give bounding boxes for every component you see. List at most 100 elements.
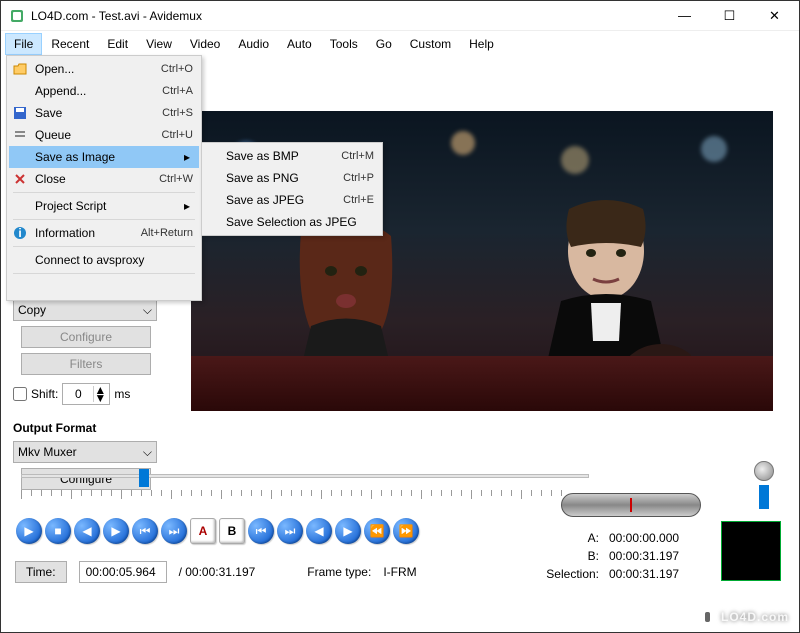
save-as-image-submenu: Save as BMP Ctrl+M Save as PNG Ctrl+P Sa… [201,142,383,236]
menu-avsproxy[interactable]: Connect to avsproxy [9,249,199,271]
prev-black-button[interactable]: ◀ [306,518,332,544]
menu-separator [13,273,195,274]
next-frame-button[interactable]: ▶ [103,518,129,544]
menu-information[interactable]: i Information Alt+Return [9,222,199,244]
menu-help[interactable]: Help [460,33,503,55]
menu-project-script[interactable]: Project Script ▸ [9,195,199,217]
menu-auto[interactable]: Auto [278,33,321,55]
shift-spinner[interactable]: ▲▼ [62,383,110,405]
output-format-select[interactable]: Mkv Muxer ⌵ [13,441,157,463]
menu-avsproxy-label: Connect to avsproxy [35,253,193,267]
stop-button[interactable]: ■ [45,518,71,544]
menu-edit[interactable]: Edit [98,33,137,55]
menu-audio[interactable]: Audio [229,33,278,55]
submenu-save-jpeg[interactable]: Save as JPEG Ctrl+E [204,189,380,211]
goto-marker-b-button[interactable]: ⏭ [277,518,303,544]
prev-keyframe-button[interactable]: ⏮ [132,518,158,544]
duration-value: / 00:00:31.197 [179,565,256,579]
submenu-save-bmp[interactable]: Save as BMP Ctrl+M [204,145,380,167]
menu-custom[interactable]: Custom [401,33,460,55]
volume-slider[interactable] [759,485,769,509]
menu-quit[interactable] [9,276,199,298]
selection-label: Selection: [541,567,599,581]
window-controls: — ☐ ✕ [662,1,797,30]
menu-go[interactable]: Go [367,33,401,55]
submenu-arrow-icon: ▸ [181,150,193,164]
set-marker-b-button[interactable]: B [219,518,245,544]
car-dashboard [191,356,773,411]
queue-icon [11,127,29,143]
next-keyframe-button[interactable]: ⏭ [161,518,187,544]
menu-close-shortcut: Ctrl+W [159,173,193,185]
frame-type-value: I-FRM [383,565,416,579]
timeline-slider[interactable] [21,466,779,486]
submenu-label: Save as JPEG [226,193,343,207]
menu-open[interactable]: Open... Ctrl+O [9,58,199,80]
shift-label: Shift: [31,387,58,401]
menu-close-label: Close [35,172,159,186]
menu-queue-label: Queue [35,128,162,142]
shift-value[interactable] [63,387,93,401]
menu-save-as-image[interactable]: Save as Image ▸ [9,146,199,168]
window-title: LO4D.com - Test.avi - Avidemux [31,9,662,23]
first-frame-button[interactable]: ⏪ [364,518,390,544]
time-value[interactable]: 00:00:05.964 [79,561,167,583]
audio-output-select[interactable]: Copy ⌵ [13,299,157,321]
menu-queue[interactable]: Queue Ctrl+U [9,124,199,146]
next-black-button[interactable]: ▶ [335,518,361,544]
bokeh-light [451,131,475,155]
jog-wheel[interactable] [561,493,701,517]
play-button[interactable]: ▶ [16,518,42,544]
info-icon: i [11,225,29,241]
slider-handle[interactable] [139,469,149,487]
marker-b-value: 00:00:31.197 [609,549,679,563]
menu-information-label: Information [35,226,141,240]
set-marker-a-button[interactable]: A [190,518,216,544]
menu-file[interactable]: File [5,33,42,55]
menu-open-label: Open... [35,62,161,76]
blank-icon [11,83,29,99]
menu-separator [13,246,195,247]
shift-row: Shift: ▲▼ ms [13,383,173,405]
output-format-value: Mkv Muxer [18,445,77,459]
scope-preview [721,521,781,581]
audio-configure-button[interactable]: Configure [21,326,151,348]
slider-rail [21,474,589,478]
spinner-buttons[interactable]: ▲▼ [93,386,107,402]
menu-append[interactable]: Append... Ctrl+A [9,80,199,102]
menu-tools[interactable]: Tools [321,33,367,55]
blank-icon [11,252,29,268]
chevron-down-icon: ⌵ [143,303,152,318]
titlebar: LO4D.com - Test.avi - Avidemux — ☐ ✕ [1,1,799,31]
close-button[interactable]: ✕ [752,1,797,30]
jog-center-mark [630,498,632,512]
time-label: Time: [15,561,67,583]
svg-text:i: i [18,226,21,240]
menu-project-script-label: Project Script [35,199,181,213]
submenu-save-selection-jpeg[interactable]: Save Selection as JPEG [204,211,380,233]
bottom-info: Time: 00:00:05.964 / 00:00:31.197 Frame … [15,561,417,583]
menu-close[interactable]: Close Ctrl+W [9,168,199,190]
submenu-save-png[interactable]: Save as PNG Ctrl+P [204,167,380,189]
last-frame-button[interactable]: ⏩ [393,518,419,544]
selection-info: A: 00:00:00.000 B: 00:00:31.197 Selectio… [541,531,679,585]
prev-frame-button[interactable]: ◀ [74,518,100,544]
menu-video[interactable]: Video [181,33,229,55]
menu-recent[interactable]: Recent [42,33,98,55]
volume-knob[interactable] [754,461,774,481]
submenu-label: Save Selection as JPEG [226,215,374,229]
marker-a-label: A: [541,531,599,545]
maximize-button[interactable]: ☐ [707,1,752,30]
menu-save[interactable]: Save Ctrl+S [9,102,199,124]
goto-marker-a-button[interactable]: ⏮ [248,518,274,544]
menu-separator [13,192,195,193]
submenu-shortcut: Ctrl+P [343,172,374,184]
watermark-icon [699,608,717,626]
shift-checkbox[interactable] [13,387,27,401]
menu-save-label: Save [35,106,162,120]
minimize-button[interactable]: — [662,1,707,30]
submenu-shortcut: Ctrl+M [341,150,374,162]
audio-filters-button[interactable]: Filters [21,353,151,375]
menu-view[interactable]: View [137,33,181,55]
marker-b-label: B: [541,549,599,563]
